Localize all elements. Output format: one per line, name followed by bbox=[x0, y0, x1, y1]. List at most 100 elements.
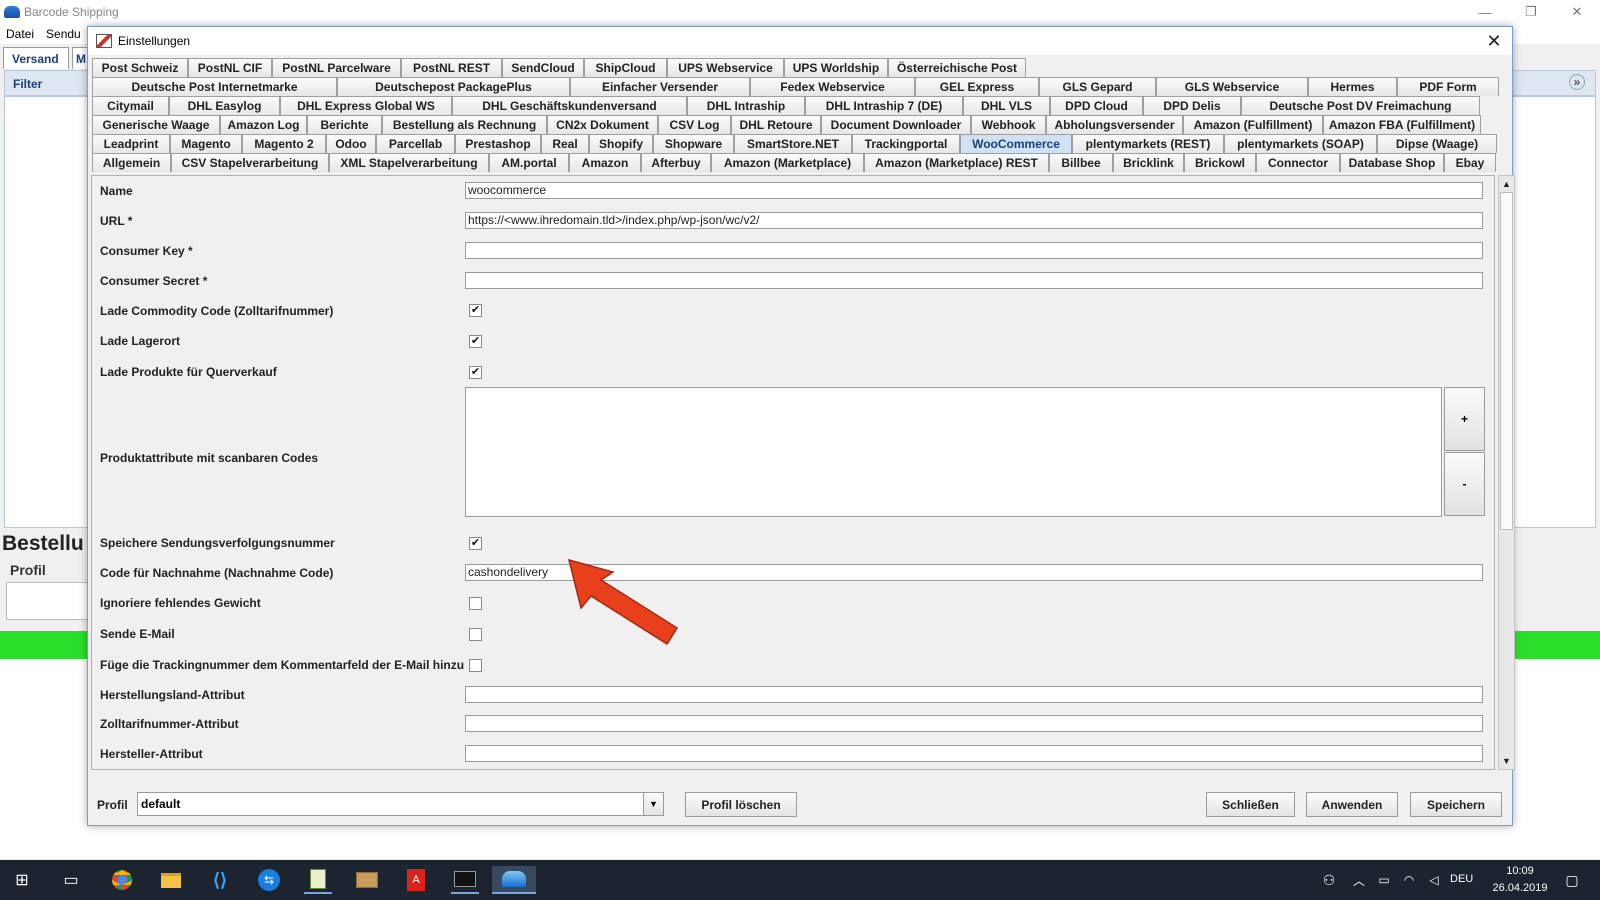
tab-dhl-intraship[interactable]: DHL Intraship bbox=[687, 96, 805, 115]
consumer-key-input[interactable] bbox=[465, 242, 1483, 259]
tab-dhl-geschaeftskundenversand[interactable]: DHL Geschäftskundenversand bbox=[452, 96, 687, 115]
tab-amazon-log[interactable]: Amazon Log bbox=[220, 115, 307, 134]
tracking-checkbox[interactable]: ✔ bbox=[469, 537, 482, 550]
tab-leadprint[interactable]: Leadprint bbox=[92, 134, 170, 153]
chevron-up-icon[interactable]: ︿ bbox=[1345, 866, 1373, 894]
tab-am-portal[interactable]: AM.portal bbox=[489, 153, 569, 172]
gewicht-checkbox[interactable] bbox=[469, 597, 482, 610]
tab-sendcloud[interactable]: SendCloud bbox=[502, 58, 584, 77]
tab-shipcloud[interactable]: ShipCloud bbox=[584, 58, 667, 77]
tab-deutschepost-packageplus[interactable]: Deutschepost PackagePlus bbox=[337, 77, 570, 96]
notepad-icon[interactable] bbox=[304, 866, 332, 894]
tab-gel-express[interactable]: GEL Express bbox=[915, 77, 1039, 96]
scroll-thumb[interactable] bbox=[1500, 192, 1513, 530]
tab-dhl-retoure[interactable]: DHL Retoure bbox=[731, 115, 821, 134]
tab-hidden[interactable]: M bbox=[72, 47, 88, 69]
tab-dpd-cloud[interactable]: DPD Cloud bbox=[1050, 96, 1143, 115]
consumer-secret-input[interactable] bbox=[465, 272, 1483, 289]
battery-icon[interactable]: ▭ bbox=[1370, 866, 1398, 894]
add-attribute-button[interactable]: + bbox=[1444, 387, 1485, 451]
tab-abholungsversender[interactable]: Abholungsversender bbox=[1046, 115, 1183, 134]
people-icon[interactable]: ⚇ bbox=[1315, 866, 1343, 894]
vscode-icon[interactable]: ⟨⟩ bbox=[206, 866, 234, 894]
tab-allgemein[interactable]: Allgemein bbox=[92, 153, 171, 172]
terminal-icon[interactable] bbox=[451, 866, 479, 894]
commodity-code-checkbox[interactable]: ✔ bbox=[469, 304, 482, 317]
tab-brickowl[interactable]: Brickowl bbox=[1184, 153, 1256, 172]
tab-database-shop[interactable]: Database Shop bbox=[1340, 153, 1444, 172]
tab-dpd-delis[interactable]: DPD Delis bbox=[1143, 96, 1241, 115]
querverkauf-checkbox[interactable]: ✔ bbox=[469, 366, 482, 379]
tab-csv-log[interactable]: CSV Log bbox=[658, 115, 731, 134]
volume-icon[interactable]: ◁ bbox=[1420, 866, 1448, 894]
tab-webhook[interactable]: Webhook bbox=[971, 115, 1046, 134]
teamviewer-icon[interactable]: ⇆ bbox=[255, 866, 283, 894]
menu-datei[interactable]: Datei bbox=[0, 27, 40, 41]
tab-citymail[interactable]: Citymail bbox=[92, 96, 169, 115]
tab-hermes[interactable]: Hermes bbox=[1308, 77, 1397, 96]
apply-button[interactable]: Anwenden bbox=[1306, 792, 1398, 817]
tab-cn2x-dokument[interactable]: CN2x Dokument bbox=[547, 115, 658, 134]
tab-amazon-fba-fulfillment[interactable]: Amazon FBA (Fulfillment) bbox=[1323, 115, 1481, 134]
tab-dhl-vls[interactable]: DHL VLS bbox=[963, 96, 1050, 115]
save-button[interactable]: Speichern bbox=[1410, 792, 1502, 817]
tab-postnl-parcelware[interactable]: PostNL Parcelware bbox=[272, 58, 401, 77]
lagerort-checkbox[interactable]: ✔ bbox=[469, 335, 482, 348]
tab-odoo[interactable]: Odoo bbox=[326, 134, 376, 153]
tab-magento-2[interactable]: Magento 2 bbox=[242, 134, 326, 153]
tab-generische-waage[interactable]: Generische Waage bbox=[92, 115, 220, 134]
url-input[interactable]: https://<www.ihredomain.tld>/index.php/w… bbox=[465, 212, 1483, 229]
close-icon[interactable]: ✕ bbox=[1482, 29, 1506, 53]
tab-plentymarkets-soap[interactable]: plentymarkets (SOAP) bbox=[1224, 134, 1377, 153]
zolltarif-input[interactable] bbox=[465, 715, 1483, 732]
tab-csv-stapelverarbeitung[interactable]: CSV Stapelverarbeitung bbox=[171, 153, 329, 172]
tab-fedex-webservice[interactable]: Fedex Webservice bbox=[750, 77, 915, 96]
tab-amazon-fulfillment[interactable]: Amazon (Fulfillment) bbox=[1183, 115, 1323, 134]
tab-parcellab[interactable]: Parcellab bbox=[376, 134, 455, 153]
tab-connector[interactable]: Connector bbox=[1256, 153, 1340, 172]
email-checkbox[interactable] bbox=[469, 628, 482, 641]
tab-versand[interactable]: Versand bbox=[3, 47, 69, 69]
tab-postnl-cif[interactable]: PostNL CIF bbox=[188, 58, 272, 77]
notification-icon[interactable]: ▢ bbox=[1558, 866, 1586, 894]
clock-time[interactable]: 10:09 bbox=[1486, 865, 1554, 877]
tab-einfacher-versender[interactable]: Einfacher Versender bbox=[570, 77, 750, 96]
name-input[interactable]: woocommerce bbox=[465, 182, 1483, 199]
minimize-icon[interactable]: — bbox=[1462, 0, 1508, 24]
restore-icon[interactable]: ❐ bbox=[1508, 0, 1554, 24]
task-view-icon[interactable]: ▭ bbox=[57, 866, 85, 894]
tab-ups-webservice[interactable]: UPS Webservice bbox=[667, 58, 784, 77]
product-attributes-list[interactable] bbox=[465, 387, 1442, 517]
tab-prestashop[interactable]: Prestashop bbox=[455, 134, 541, 153]
tab-post-schweiz[interactable]: Post Schweiz bbox=[92, 58, 188, 77]
tab-gls-webservice[interactable]: GLS Webservice bbox=[1156, 77, 1308, 96]
tab-plentymarkets-rest[interactable]: plentymarkets (REST) bbox=[1072, 134, 1224, 153]
hersteller-input[interactable] bbox=[465, 745, 1483, 762]
tab-postnl-rest[interactable]: PostNL REST bbox=[401, 58, 502, 77]
tab-afterbuy[interactable]: Afterbuy bbox=[641, 153, 711, 172]
tab-deutsche-post-dv-freimachung[interactable]: Deutsche Post DV Freimachung bbox=[1241, 96, 1480, 115]
herstellungsland-input[interactable] bbox=[465, 686, 1483, 703]
tab-pdf-form[interactable]: PDF Form bbox=[1397, 77, 1499, 96]
acrobat-icon[interactable]: A bbox=[402, 866, 430, 894]
tab-smartstore-net[interactable]: SmartStore.NET bbox=[734, 134, 852, 153]
tab-trackingportal[interactable]: Trackingportal bbox=[852, 134, 960, 153]
tab-ups-worldship[interactable]: UPS Worldship bbox=[784, 58, 888, 77]
close-button[interactable]: Schließen bbox=[1206, 792, 1295, 817]
windows-start-icon[interactable]: ⊞ bbox=[8, 866, 36, 894]
tab-oesterreichische-post[interactable]: Österreichische Post bbox=[888, 58, 1026, 77]
tab-shopify[interactable]: Shopify bbox=[589, 134, 653, 153]
tab-amazon[interactable]: Amazon bbox=[569, 153, 641, 172]
tab-real[interactable]: Real bbox=[541, 134, 589, 153]
kommentar-checkbox[interactable] bbox=[469, 659, 482, 672]
tab-amazon-marketplace[interactable]: Amazon (Marketplace) bbox=[711, 153, 864, 172]
menu-sendungen[interactable]: Sendu bbox=[40, 27, 87, 41]
app-close-icon[interactable]: ✕ bbox=[1554, 0, 1600, 24]
collapse-icon[interactable]: » bbox=[1569, 74, 1585, 90]
form-scrollbar[interactable]: ▲ ▼ bbox=[1498, 175, 1515, 770]
tab-berichte[interactable]: Berichte bbox=[307, 115, 382, 134]
profile-select[interactable]: default ▼ bbox=[137, 792, 664, 816]
tab-bestellung-als-rechnung[interactable]: Bestellung als Rechnung bbox=[382, 115, 547, 134]
tab-dipse-waage[interactable]: Dipse (Waage) bbox=[1377, 134, 1497, 153]
file-explorer-icon[interactable] bbox=[157, 866, 185, 894]
